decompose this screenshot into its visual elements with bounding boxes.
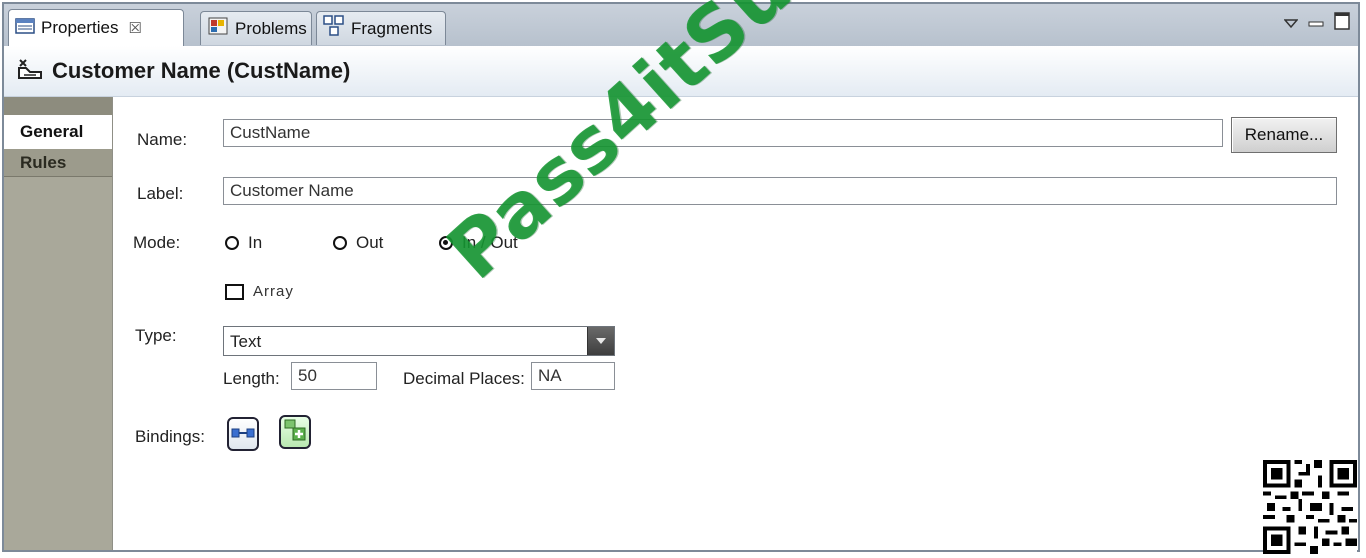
radio-selected-icon — [439, 236, 453, 250]
tab-fragments[interactable]: Fragments — [316, 11, 446, 45]
add-binding-icon — [283, 418, 307, 446]
radio-icon — [333, 236, 347, 250]
tab-label: Fragments — [351, 18, 433, 38]
mode-radio-in-out[interactable]: In / Out — [439, 233, 518, 253]
tab-label: Properties — [41, 18, 119, 37]
fragments-icon — [323, 15, 345, 42]
close-tab-icon[interactable]: ☒ — [128, 19, 141, 37]
label-label: Label: — [137, 184, 184, 203]
view-tab-bar: Properties ☒ Problems Fragments — [4, 4, 1358, 47]
maximize-icon[interactable] — [1334, 12, 1350, 34]
tab-rules[interactable]: Rules — [4, 149, 112, 177]
mode-radio-in[interactable]: In — [225, 233, 262, 253]
radio-label: In / Out — [462, 233, 518, 252]
label-field[interactable]: Customer Name — [223, 177, 1337, 205]
type-select-value: Text — [230, 332, 262, 351]
section-tabs-strip — [4, 97, 112, 115]
minimize-icon[interactable] — [1308, 14, 1324, 33]
tab-label: Rules — [20, 152, 67, 172]
bindings-label: Bindings: — [135, 427, 205, 446]
view-controls — [1283, 12, 1350, 34]
properties-header: Customer Name (CustName) — [4, 46, 1358, 97]
add-binding-button[interactable] — [279, 415, 311, 449]
qr-code-image — [1262, 460, 1358, 554]
tab-general[interactable]: General — [4, 115, 112, 149]
rename-button[interactable]: Rename... — [1231, 117, 1337, 153]
properties-icon — [15, 17, 35, 39]
binding-link-button[interactable] — [227, 417, 259, 451]
mode-radio-out[interactable]: Out — [333, 233, 383, 253]
decimal-places-field[interactable]: NA — [531, 362, 615, 390]
name-field[interactable]: CustName — [223, 119, 1223, 147]
page-title: Customer Name (CustName) — [52, 58, 351, 83]
radio-label: In — [248, 233, 263, 252]
binding-link-icon — [231, 425, 255, 444]
length-field[interactable]: 50 — [291, 362, 377, 390]
type-label: Type: — [135, 326, 177, 345]
radio-icon — [225, 236, 239, 250]
problems-icon — [207, 16, 229, 41]
radio-label: Out — [356, 233, 384, 252]
tab-properties[interactable]: Properties ☒ — [8, 9, 184, 46]
array-checkbox[interactable]: Array — [225, 283, 294, 300]
tab-label: Problems — [235, 18, 307, 38]
view-menu-icon[interactable] — [1283, 14, 1299, 33]
type-select[interactable]: Text — [223, 326, 615, 356]
section-tabs: General Rules — [4, 97, 112, 550]
decimal-places-label: Decimal Places: — [403, 369, 525, 388]
name-label: Name: — [137, 130, 188, 149]
data-field-icon — [16, 56, 44, 86]
mode-label: Mode: — [133, 233, 181, 252]
checkbox-label: Array — [253, 283, 294, 300]
chevron-down-icon[interactable] — [587, 327, 614, 355]
properties-view: Properties ☒ Problems Fragments Customer… — [2, 2, 1360, 552]
checkbox-icon — [225, 283, 244, 300]
length-label: Length: — [223, 369, 280, 388]
tab-problems[interactable]: Problems — [200, 11, 312, 45]
tab-label: General — [20, 122, 84, 141]
general-section: Name: CustName Rename... Label: Customer… — [112, 97, 1358, 550]
